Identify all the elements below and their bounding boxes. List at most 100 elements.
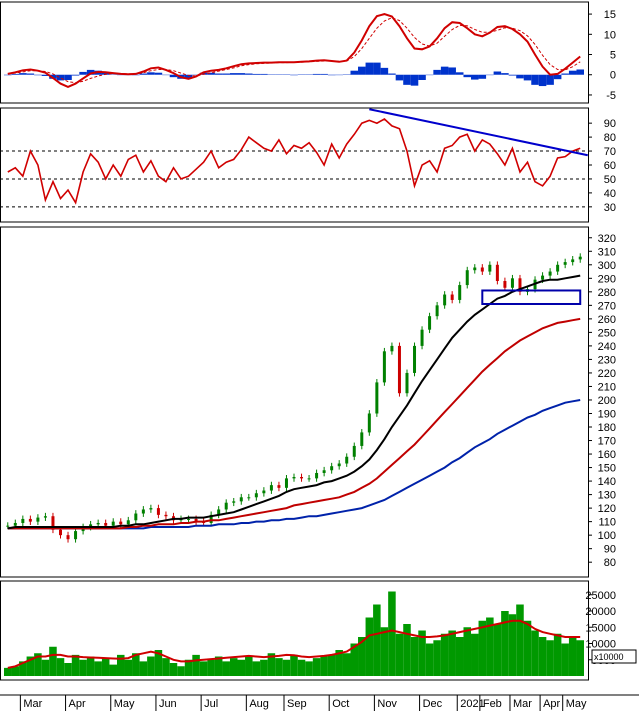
price-candle-body bbox=[556, 264, 560, 272]
x-tick-label: Oct bbox=[332, 698, 349, 710]
y-tick-label: 190 bbox=[598, 408, 616, 420]
price-candle-body bbox=[126, 520, 130, 525]
macd-histogram-bar bbox=[508, 74, 517, 76]
y-tick-label: 260 bbox=[598, 314, 616, 326]
x-tick-label: Jun bbox=[159, 698, 177, 710]
macd-histogram-bar bbox=[410, 74, 419, 86]
volume-bar bbox=[207, 659, 215, 676]
x-tick-label: Apr bbox=[543, 698, 560, 710]
ma-blue-line bbox=[7, 399, 581, 530]
volume-bar bbox=[305, 661, 313, 676]
macd-histogram-bar bbox=[34, 74, 42, 76]
macd-histogram-bar bbox=[222, 73, 230, 75]
x-tick-label: Aug bbox=[249, 698, 269, 710]
volume-bar bbox=[342, 653, 351, 676]
price-candle-body bbox=[300, 477, 304, 479]
macd-histogram-bar bbox=[433, 69, 441, 75]
volume-bar bbox=[275, 658, 283, 676]
volume-bar bbox=[320, 656, 328, 676]
price-candle-body bbox=[413, 345, 417, 373]
y-tick-label: 0 bbox=[610, 70, 616, 82]
volume-bar bbox=[222, 661, 230, 676]
volume-bar bbox=[516, 604, 524, 676]
volume-bar bbox=[388, 591, 396, 676]
macd-histogram-bar bbox=[576, 69, 584, 75]
y-tick-label: 140 bbox=[598, 476, 616, 488]
price-candle-body bbox=[292, 477, 296, 479]
price-candle-body bbox=[239, 497, 243, 502]
price-candle-body bbox=[571, 259, 575, 263]
volume-bar bbox=[229, 658, 238, 676]
price-candle-body bbox=[58, 529, 62, 536]
price-candle-body bbox=[458, 285, 462, 300]
macd-line bbox=[7, 13, 581, 88]
price-candle-body bbox=[13, 522, 17, 526]
macd-histogram-bar bbox=[501, 73, 509, 75]
macd-histogram-bar bbox=[214, 73, 223, 75]
volume-bar bbox=[49, 646, 57, 676]
x-tick-label: Mar bbox=[23, 698, 42, 710]
y-tick-label: 280 bbox=[598, 287, 616, 299]
macd-histogram-bar bbox=[531, 74, 539, 85]
y-tick-label: 15000 bbox=[585, 622, 616, 634]
price-candle-body bbox=[563, 262, 567, 265]
price-candle-body bbox=[74, 531, 78, 540]
price-candle-body bbox=[465, 270, 469, 286]
y-tick-label: 300 bbox=[598, 260, 616, 272]
y-tick-label: 270 bbox=[598, 300, 616, 312]
price-candle-body bbox=[443, 294, 447, 306]
volume-bar bbox=[440, 633, 449, 676]
price-candle-body bbox=[104, 522, 108, 526]
macd-histogram-bar bbox=[71, 74, 80, 76]
price-candle-body bbox=[28, 518, 32, 522]
stock-chart: 151050-5 90807060504030 3203103002902802… bbox=[0, 1, 639, 711]
y-tick-label: 60 bbox=[604, 160, 616, 172]
y-tick-label: 220 bbox=[598, 368, 616, 380]
price-candle-body bbox=[43, 516, 47, 518]
price-candle-body bbox=[187, 518, 191, 520]
y-tick-label: 310 bbox=[598, 246, 616, 258]
volume-bar bbox=[252, 661, 261, 676]
volume-bar bbox=[373, 604, 381, 676]
macd-histogram-bar bbox=[327, 74, 336, 76]
y-tick-label: 180 bbox=[598, 422, 616, 434]
volume-bar bbox=[162, 658, 170, 676]
price-candle-body bbox=[111, 521, 115, 526]
volume-bar bbox=[471, 633, 479, 676]
y-tick-label: 10 bbox=[604, 29, 616, 41]
macd-histogram-bar bbox=[229, 73, 238, 75]
volume-bar bbox=[260, 659, 268, 676]
price-candle-body bbox=[149, 508, 153, 510]
y-tick-label: 320 bbox=[598, 233, 616, 245]
price-candle-body bbox=[156, 508, 160, 515]
macd-frame bbox=[0, 1, 589, 104]
volume-bar bbox=[237, 659, 246, 676]
price-candle-body bbox=[269, 485, 273, 491]
volume-bar bbox=[568, 637, 577, 676]
price-candle-body bbox=[307, 478, 311, 480]
price-candle-body bbox=[382, 351, 386, 383]
x-tick-label: Dec bbox=[423, 698, 443, 710]
macd-histogram-bar bbox=[478, 74, 487, 79]
x-axis: Mar Apr May Jun Jul Aug Sep Oct Nov Dec 2021Feb Mar… bbox=[19, 695, 587, 711]
x-tick-label: Jul bbox=[204, 698, 218, 710]
volume-bar bbox=[79, 659, 87, 676]
price-candle-body bbox=[390, 345, 394, 352]
volume-bar bbox=[523, 620, 532, 676]
macd-histogram-bar bbox=[237, 73, 246, 75]
macd-histogram-bar bbox=[546, 74, 554, 85]
macd-histogram-bar bbox=[26, 73, 35, 75]
price-candle-body bbox=[224, 502, 228, 510]
y-tick-label: 160 bbox=[598, 449, 616, 461]
volume-bar bbox=[109, 664, 117, 676]
volume-bar bbox=[380, 627, 389, 676]
macd-histogram-bar bbox=[493, 71, 502, 75]
volume-bar bbox=[433, 640, 441, 676]
volume-bar bbox=[199, 661, 208, 676]
price-candle-body bbox=[480, 267, 484, 272]
price-candle-body bbox=[405, 372, 409, 394]
y-tick-label: 5 bbox=[610, 50, 616, 62]
volume-bar bbox=[448, 630, 456, 676]
price-candle-body bbox=[510, 278, 514, 288]
volume-bar bbox=[245, 656, 253, 676]
